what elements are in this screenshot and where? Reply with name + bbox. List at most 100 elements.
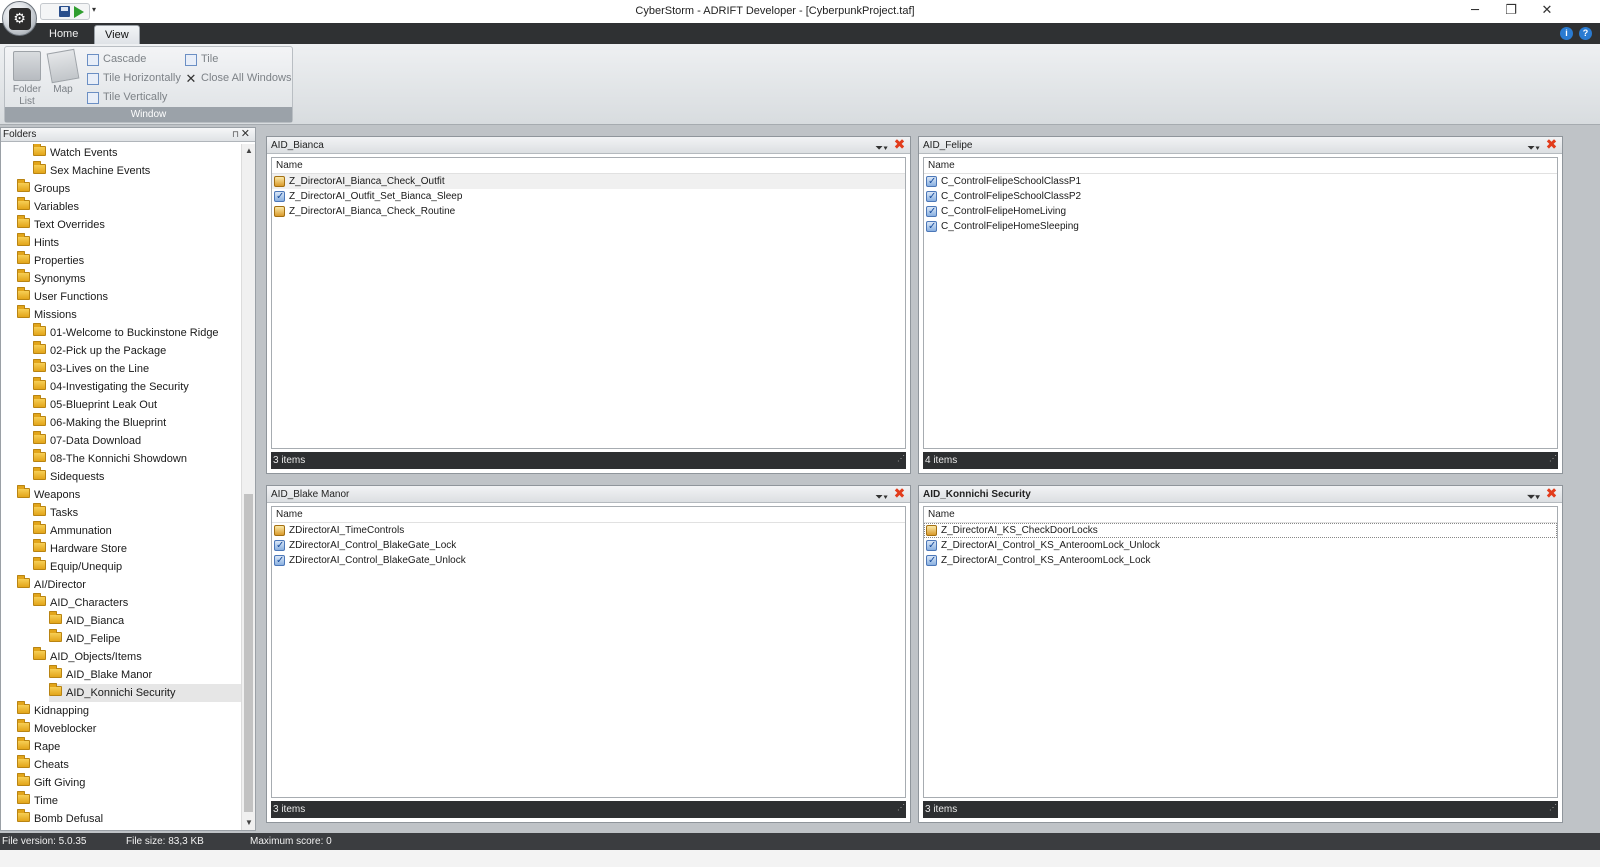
folder-tree-item[interactable]: AID_Blake Manor <box>49 665 152 684</box>
folder-tree-item[interactable]: Moveblocker <box>17 719 96 738</box>
folder-icon <box>33 539 46 552</box>
window-title-bar[interactable]: AID_Felipe ⏷▾ ✖ <box>919 137 1562 154</box>
list-item[interactable]: ZDirectorAI_Control_BlakeGate_Lock <box>272 538 905 553</box>
folder-tree-item[interactable]: Variables <box>17 197 79 216</box>
folder-tree-item[interactable]: Time <box>17 791 58 810</box>
list-item[interactable]: C_ControlFelipeSchoolClassP1 <box>924 174 1557 189</box>
close-icon[interactable]: ✖ <box>1545 138 1558 152</box>
folder-label: 06-Making the Blueprint <box>50 417 167 429</box>
close-window-button[interactable]: ✕ <box>1529 0 1565 23</box>
list-item[interactable]: ZDirectorAI_TimeControls <box>272 523 905 538</box>
application-menu-button[interactable]: ⚙ <box>2 1 37 36</box>
tab-home[interactable]: Home <box>39 25 88 44</box>
tile-button[interactable]: Tile <box>185 51 218 68</box>
folder-tree-item[interactable]: Cheats <box>17 755 69 774</box>
folder-tree-item[interactable]: 05-Blueprint Leak Out <box>33 395 157 414</box>
folder-tree-item[interactable]: AID_Felipe <box>49 629 120 648</box>
folder-tree-item[interactable]: Sidequests <box>33 467 104 486</box>
scroll-down-icon[interactable]: ▼ <box>242 816 256 830</box>
info-icon[interactable]: i <box>1560 27 1573 40</box>
folder-tree-item[interactable]: 01-Welcome to Buckinstone Ridge <box>33 323 219 342</box>
help-icon[interactable]: ? <box>1579 27 1592 40</box>
folder-tree-item[interactable]: Synonyms <box>17 269 85 288</box>
filter-icon[interactable]: ⏷▾ <box>875 489 888 506</box>
window-title-bar[interactable]: AID_Bianca ⏷▾ ✖ <box>267 137 910 154</box>
resize-grip-icon[interactable]: ⋰ <box>897 799 905 816</box>
folder-tree-item[interactable]: Hardware Store <box>33 539 127 558</box>
folder-tree-item[interactable]: Bomb Defusal <box>17 809 103 828</box>
folder-tree-item[interactable]: AI/Director <box>17 575 86 594</box>
folder-tree-item[interactable]: Gift Giving <box>17 773 85 792</box>
folder-tree-item[interactable]: Sex Machine Events <box>33 161 150 180</box>
folder-tree-item[interactable]: Hints <box>17 233 59 252</box>
close-icon[interactable]: ✖ <box>893 138 906 152</box>
tab-view[interactable]: View <box>94 25 140 44</box>
folder-tree-item[interactable]: Ammunation <box>33 521 112 540</box>
list-item[interactable]: Z_DirectorAI_Control_KS_AnteroomLock_Unl… <box>924 538 1557 553</box>
folder-tree-item[interactable]: AID_Characters <box>33 593 128 612</box>
filter-icon[interactable]: ⏷▾ <box>875 140 888 157</box>
pin-icon[interactable]: ⊓ <box>232 128 239 141</box>
map-button[interactable]: Map <box>45 48 81 96</box>
list-item[interactable]: C_ControlFelipeSchoolClassP2 <box>924 189 1557 204</box>
list-item[interactable]: Z_DirectorAI_Bianca_Check_Outfit <box>272 174 905 189</box>
folder-tree-item[interactable]: Tasks <box>33 503 78 522</box>
folder-tree-item[interactable]: 06-Making the Blueprint <box>33 413 167 432</box>
folder-tree-item[interactable]: 04-Investigating the Security <box>33 377 189 396</box>
list-item[interactable]: C_ControlFelipeHomeLiving <box>924 204 1557 219</box>
folder-list-button[interactable]: Folder List <box>9 51 45 108</box>
folder-tree-item[interactable]: Groups <box>17 179 70 198</box>
list-item[interactable]: ZDirectorAI_Control_BlakeGate_Unlock <box>272 553 905 568</box>
column-header-name[interactable]: Name <box>272 507 905 523</box>
item-count: 3 items <box>925 804 958 815</box>
close-pane-icon[interactable]: ✕ <box>241 128 250 141</box>
folder-tree-item[interactable]: AID_Konnichi Security <box>49 683 241 702</box>
list-item[interactable]: Z_DirectorAI_KS_CheckDoorLocks <box>924 523 1557 538</box>
folder-tree-item[interactable]: 08-The Konnichi Showdown <box>33 449 187 468</box>
folder-tree-item[interactable]: Properties <box>17 251 84 270</box>
list-item[interactable]: Z_DirectorAI_Outfit_Set_Bianca_Sleep <box>272 189 905 204</box>
folder-tree-item[interactable]: 03-Lives on the Line <box>33 359 149 378</box>
list-item[interactable]: Z_DirectorAI_Bianca_Check_Routine <box>272 204 905 219</box>
folder-window-blake-manor[interactable]: AID_Blake Manor ⏷▾ ✖ Name ZDirectorAI_TimeCo… <box>266 485 911 823</box>
folder-window-felipe[interactable]: AID_Felipe ⏷▾ ✖ Name C_ControlFelipeSchoolCl… <box>918 136 1563 474</box>
column-header-name[interactable]: Name <box>272 158 905 174</box>
window-title-bar[interactable]: AID_Konnichi Security ⏷▾ ✖ <box>919 486 1562 503</box>
resize-grip-icon[interactable]: ⋰ <box>1549 799 1557 816</box>
filter-icon[interactable]: ⏷▾ <box>1527 140 1540 157</box>
folder-tree-item[interactable]: 02-Pick up the Package <box>33 341 166 360</box>
list-item[interactable]: Z_DirectorAI_Control_KS_AnteroomLock_Loc… <box>924 553 1557 568</box>
folder-tree-item[interactable]: AID_Objects/Items <box>33 647 142 666</box>
column-header-name[interactable]: Name <box>924 507 1557 523</box>
folder-window-konnichi-security[interactable]: AID_Konnichi Security ⏷▾ ✖ Name Z_DirectorAI… <box>918 485 1563 823</box>
resize-grip-icon[interactable]: ⋰ <box>897 450 905 467</box>
tile-horizontally-button[interactable]: Tile Horizontally <box>87 70 181 87</box>
filter-icon[interactable]: ⏷▾ <box>1527 489 1540 506</box>
folder-tree-item[interactable]: Text Overrides <box>17 215 105 234</box>
minimize-button[interactable]: ─ <box>1457 0 1493 23</box>
folder-tree-item[interactable]: Rape <box>17 737 60 756</box>
scroll-up-icon[interactable]: ▲ <box>242 144 256 158</box>
column-header-name[interactable]: Name <box>924 158 1557 174</box>
folder-tree-item[interactable]: Missions <box>17 305 77 324</box>
restore-button[interactable]: ❐ <box>1493 0 1529 23</box>
folder-tree-item[interactable]: Watch Events <box>33 144 117 162</box>
list-item[interactable]: C_ControlFelipeHomeSleeping <box>924 219 1557 234</box>
cascade-button[interactable]: Cascade <box>87 51 146 68</box>
close-icon[interactable]: ✖ <box>893 487 906 501</box>
tile-vertically-button[interactable]: Tile Vertically <box>87 89 167 106</box>
folder-tree-scrollbar[interactable]: ▲ ▼ <box>241 144 255 830</box>
folder-tree-item[interactable]: Equip/Unequip <box>33 557 122 576</box>
close-all-windows-button[interactable]: ✕ Close All Windows <box>185 70 292 87</box>
resize-grip-icon[interactable]: ⋰ <box>1549 450 1557 467</box>
scrollbar-thumb[interactable] <box>244 494 253 812</box>
folder-window-bianca[interactable]: AID_Bianca ⏷▾ ✖ Name Z_DirectorAI_Bianca_Che… <box>266 136 911 474</box>
close-icon[interactable]: ✖ <box>1545 487 1558 501</box>
folder-tree-item[interactable]: Kidnapping <box>17 701 89 720</box>
folder-tree-item[interactable]: 07-Data Download <box>33 431 141 450</box>
folder-tree-item[interactable]: Weapons <box>17 485 80 504</box>
folder-tree-item[interactable]: AID_Bianca <box>49 611 124 630</box>
window-title-bar[interactable]: AID_Blake Manor ⏷▾ ✖ <box>267 486 910 503</box>
window-status-bar: 3 items ⋰ <box>271 801 906 818</box>
folder-tree-item[interactable]: User Functions <box>17 287 108 306</box>
